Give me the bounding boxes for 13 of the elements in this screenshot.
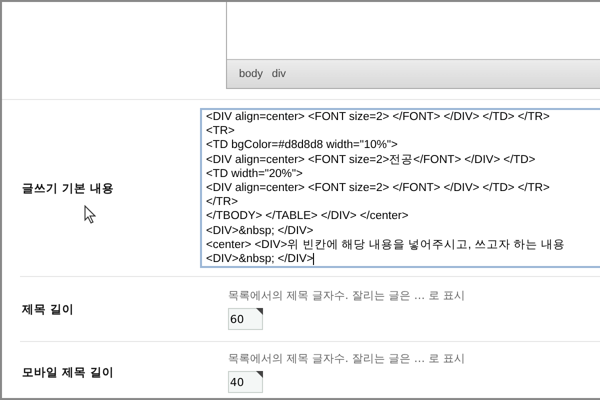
number-input[interactable]: 40: [228, 371, 263, 393]
path-crumb[interactable]: body: [239, 68, 263, 80]
field-label: 글쓰기 기본 내용: [22, 180, 114, 196]
field-label: 제목 길이: [22, 302, 74, 316]
help-text: 목록에서의 제목 글자수. 잘리는 글은 … 로 표시: [228, 288, 466, 303]
corner-triangle-icon: [256, 308, 263, 315]
number-input[interactable]: 60: [228, 308, 263, 330]
path-crumb[interactable]: div: [272, 68, 286, 80]
code-textarea[interactable]: <DIV align=center> <FONT size=2> </FONT> </DIV> </TD> </TR> <TR> <TD bgColor=#d8d8d8 width="10%"> <DIV align=center> <FONT size=2>전공</FONT> </DIV> </TD> <TD width="20%"> <DIV align=center> <FONT size=2> </FONT> </DIV> </TD> </TR> </TR> </TBODY> </TABLE> </DIV> </center> <DIV>&nbsp; </DIV> <center> <DIV>위 빈칸에 해당 내용을 넣어주시고, 쓰고자 하는 내용 <DIV>&nbsp; </DIV>: [200, 108, 600, 268]
help-text: 목록에서의 제목 글자수. 잘리는 글은 … 로 표시: [228, 351, 466, 366]
field-label: 모바일 제목 길이: [22, 364, 114, 380]
mouse-pointer-icon: [84, 205, 96, 224]
corner-triangle-icon: [256, 371, 263, 378]
